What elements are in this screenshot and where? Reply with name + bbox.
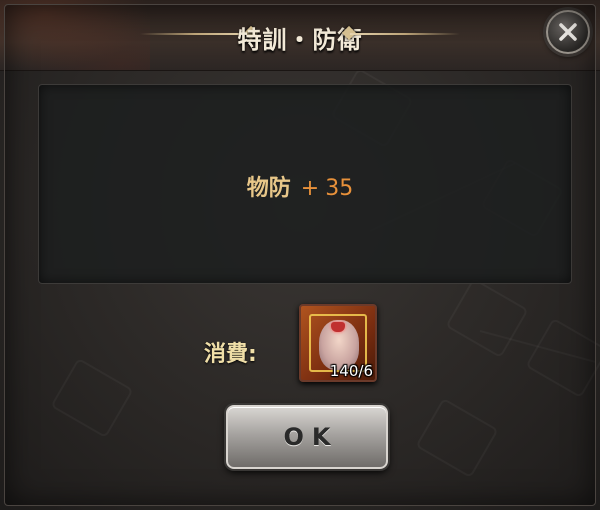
training-dialog: 特訓・防衛 物防 +35 消費: 140/6 OK (0, 0, 600, 510)
title-bar: 特訓・防衛 (0, 0, 600, 71)
stat-sign: + (300, 176, 320, 201)
cost-item-slot[interactable]: 140/6 (299, 304, 377, 382)
stat-bonus: 物防 +35 (0, 170, 600, 202)
background-hex-decoration (50, 357, 134, 439)
stat-value: 35 (325, 176, 354, 201)
ok-button-label: OK (283, 423, 339, 451)
ok-button[interactable]: OK (226, 405, 388, 469)
close-icon (559, 23, 577, 41)
tiara-icon (331, 322, 345, 332)
background-hex-decoration (445, 277, 529, 359)
background-hex-decoration (525, 317, 600, 399)
close-button[interactable] (546, 10, 590, 54)
title-decoration-right (350, 33, 460, 35)
dialog-title: 特訓・防衛 (237, 26, 363, 54)
cost-label: 消費: (204, 342, 257, 367)
item-count: 140/6 (329, 362, 373, 380)
stat-name: 物防 (246, 176, 291, 201)
background-hex-decoration (415, 397, 499, 479)
